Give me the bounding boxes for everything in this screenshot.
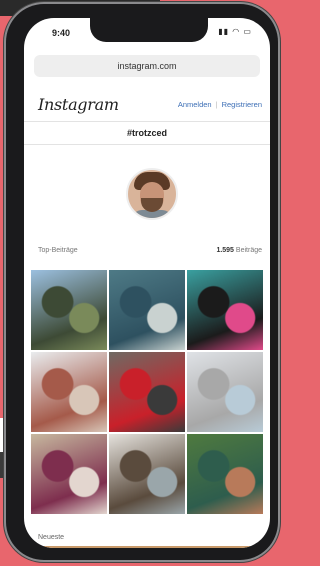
post-thumbnail[interactable] [109,270,185,350]
login-link[interactable]: Anmelden [178,100,212,109]
instagram-header: Instagram Anmelden | Registrieren [24,91,270,119]
latest-label: Neueste [38,534,65,541]
post-thumbnail[interactable] [187,270,263,350]
header-divider [24,121,270,122]
post-grid [31,270,263,522]
post-thumbnail[interactable] [109,434,185,514]
status-time: 9:40 [52,28,71,38]
post-thumbnail[interactable] [187,352,263,432]
top-posts-label: Top-Beiträge [38,247,78,254]
post-thumbnail[interactable] [31,352,107,432]
hashtag-avatar [126,168,178,220]
phone-notch [90,18,208,42]
instagram-logo[interactable]: Instagram [38,95,119,114]
url-text: instagram.com [117,61,177,71]
status-icons: ▮▮ ◠ ▭ [218,27,252,36]
title-divider [24,144,270,145]
post-thumbnail[interactable] [31,270,107,350]
post-count-number: 1.595 [216,247,234,254]
link-separator: | [215,100,218,109]
post-thumbnail[interactable] [31,434,107,514]
register-link[interactable]: Registrieren [222,100,262,109]
hashtag-title: #trotzced [126,128,167,138]
post-count: 1.595 Beiträge [216,247,262,254]
post-count-label: Beiträge [235,247,262,254]
phone-frame: 9:40 ▮▮ ◠ ▭ instagram.com Instagram Anme… [6,4,278,560]
url-bar[interactable]: instagram.com [34,55,260,77]
next-section-peek [44,546,250,548]
post-thumbnail[interactable] [109,352,185,432]
header-links: Anmelden | Registrieren [178,100,262,109]
post-stats: Top-Beiträge 1.595 Beiträge [24,247,270,261]
post-thumbnail[interactable] [187,434,263,514]
phone-screen: 9:40 ▮▮ ◠ ▭ instagram.com Instagram Anme… [24,18,270,548]
